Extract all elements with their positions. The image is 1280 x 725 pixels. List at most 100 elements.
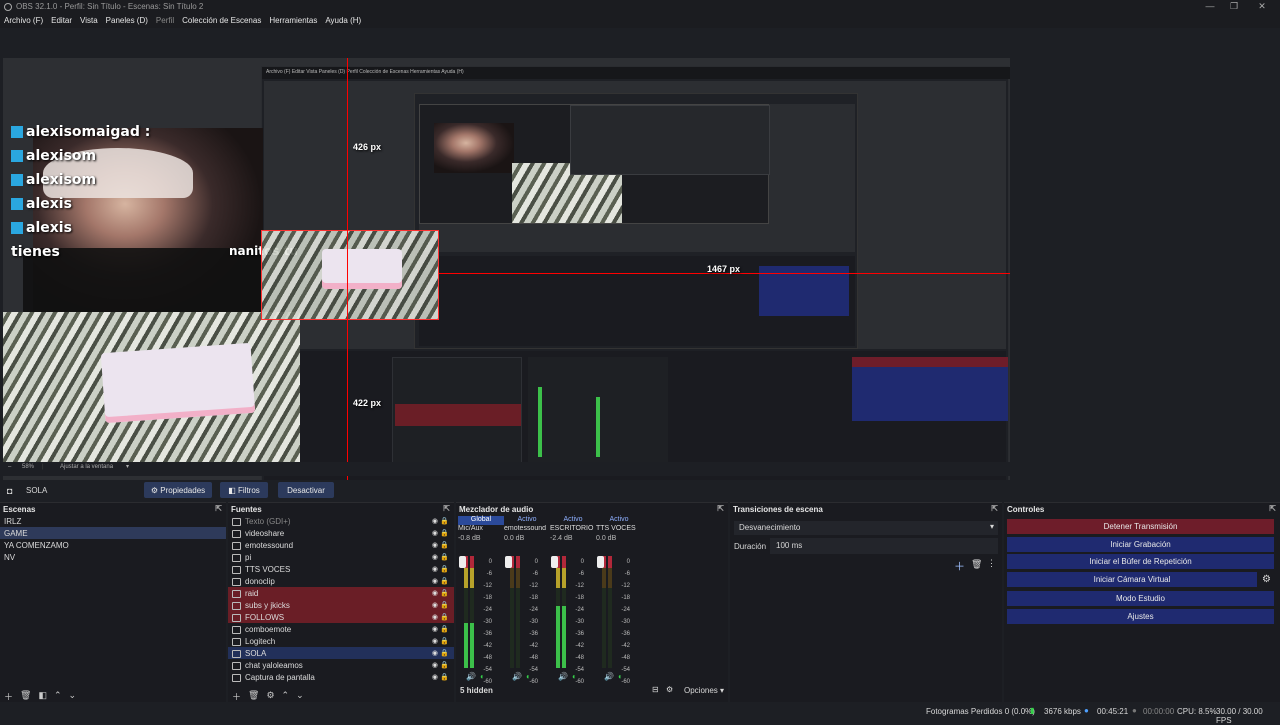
gear-icon[interactable]: ⚙ [1262,574,1271,585]
scene-item[interactable]: YA COMENZAMO [0,539,226,551]
menu-coleccion[interactable]: Colección de Escenas [178,14,265,28]
lock-icon[interactable]: 🔒 [440,589,449,597]
move-up-icon[interactable]: ⌃ [54,690,62,700]
menu-ayuda[interactable]: Ayuda (H) [321,14,365,28]
replay-buffer-button[interactable]: Iniciar el Búfer de Repetición [1007,554,1274,569]
scene-item[interactable]: NV [0,551,226,563]
dock-menu-icon[interactable]: ⇱ [717,504,724,513]
source-item[interactable]: TTS VOCES ◉ 🔒 [228,563,454,575]
visibility-icon[interactable]: ◉ [432,625,438,633]
add-icon[interactable]: ＋ [232,690,241,702]
volume-slider[interactable] [505,556,512,568]
source-item[interactable]: comboemote ◉ 🔒 [228,623,454,635]
menu-archivo[interactable]: Archivo (F) [0,14,47,28]
source-item[interactable]: SOLA ◉ 🔒 [228,647,454,659]
monitor-icon[interactable]: ◐ [480,672,485,681]
list-icon[interactable]: ⊟ [652,685,659,694]
source-item[interactable]: videoshare ◉ 🔒 [228,527,454,539]
lock-icon[interactable]: 🔒 [440,649,449,657]
add-icon[interactable]: ＋ [954,558,965,574]
settings-button[interactable]: Ajustes [1007,609,1274,624]
move-up-icon[interactable]: ⌃ [282,690,290,700]
dock-menu-icon[interactable]: ⇱ [443,504,450,513]
move-down-icon[interactable]: ⌄ [69,690,77,700]
menu-editar[interactable]: Editar [47,14,76,28]
lock-icon[interactable]: 🔒 [440,601,449,609]
lock-icon[interactable]: 🔒 [440,661,449,669]
lock-icon[interactable]: 🔒 [440,637,449,645]
speaker-icon[interactable]: 🔊 [558,672,568,681]
source-item[interactable]: Captura de pantalla ◉ 🔒 [228,671,454,683]
trash-icon[interactable]: 🗑 [248,690,259,700]
filter-icon[interactable]: ◧ [38,690,47,700]
add-icon[interactable]: ＋ [4,690,13,702]
dock-menu-icon[interactable]: ⇱ [215,504,222,513]
menu-vista[interactable]: Vista [76,14,102,28]
visibility-icon[interactable]: ◉ [432,613,438,621]
close-icon[interactable]: ✕ [1250,1,1274,13]
visibility-icon[interactable]: ◉ [432,649,438,657]
source-item[interactable]: subs y jkicks ◉ 🔒 [228,599,454,611]
filters-button[interactable]: ◧ Filtros [220,482,268,498]
zoom-fit[interactable]: Ajustar a la ventana [60,464,113,470]
gear-icon[interactable]: ⚙ [266,690,274,700]
visibility-icon[interactable]: ◉ [432,529,438,537]
start-recording-button[interactable]: Iniciar Grabación [1007,537,1274,552]
gear-icon[interactable]: ⚙ [666,685,673,694]
preview-canvas[interactable]: Archivo (F) Editar Vista Paneles (D) Per… [3,58,1010,485]
deactivate-button[interactable]: Desactivar [278,482,334,498]
volume-slider[interactable] [597,556,604,568]
source-item[interactable]: pi ◉ 🔒 [228,551,454,563]
scene-item[interactable]: IRLZ [0,515,226,527]
duration-input[interactable]: 100 ms [770,538,998,554]
visibility-icon[interactable]: ◉ [432,565,438,573]
visibility-icon[interactable]: ◉ [432,517,438,525]
monitor-icon[interactable]: ◐ [572,672,577,681]
visibility-icon[interactable]: ◉ [432,577,438,585]
selection-box[interactable] [261,230,439,320]
lock-icon[interactable]: 🔒 [440,625,449,633]
stop-stream-button[interactable]: Detener Transmisión [1007,519,1274,534]
visibility-icon[interactable]: ◉ [432,553,438,561]
volume-slider[interactable] [459,556,466,568]
source-item[interactable]: Texto (GDI+) ◉ 🔒 [228,515,454,527]
lock-icon[interactable]: 🔒 [440,565,449,573]
options-button[interactable]: Opciones ▾ [684,686,724,695]
dock-menu-icon[interactable]: ⇱ [1269,504,1276,513]
virtual-camera-button[interactable]: Iniciar Cámara Virtual [1007,572,1257,587]
chevron-down-icon[interactable]: ▾ [126,463,129,470]
speaker-icon[interactable]: 🔊 [512,672,522,681]
menu-paneles[interactable]: Paneles (D) [102,14,152,28]
visibility-icon[interactable]: ◉ [432,661,438,669]
properties-button[interactable]: ⚙ Propiedades [144,482,212,498]
lock-icon[interactable]: 🔒 [440,613,449,621]
source-item[interactable]: emotessound ◉ 🔒 [228,539,454,551]
trash-icon[interactable]: 🗑 [20,690,31,700]
lock-icon[interactable]: 🔒 [440,541,449,549]
move-down-icon[interactable]: ⌄ [296,690,304,700]
maximize-icon[interactable]: ❐ [1222,1,1246,13]
lock-icon[interactable]: 🔒 [440,529,449,537]
visibility-icon[interactable]: ◉ [432,673,438,681]
source-item[interactable]: FOLLOWS ◉ 🔒 [228,611,454,623]
source-item[interactable]: donoclip ◉ 🔒 [228,575,454,587]
volume-slider[interactable] [551,556,558,568]
visibility-icon[interactable]: ◉ [432,589,438,597]
visibility-icon[interactable]: ◉ [432,541,438,549]
transition-select[interactable]: Desvanecimiento ▾ [734,521,998,535]
lock-icon[interactable]: 🔒 [440,577,449,585]
source-item[interactable]: Logitech ◉ 🔒 [228,635,454,647]
studio-mode-button[interactable]: Modo Estudio [1007,591,1274,606]
speaker-icon[interactable]: 🔊 [604,672,614,681]
monitor-icon[interactable]: ◐ [618,672,623,681]
dock-menu-icon[interactable]: ⇱ [991,504,998,513]
source-item[interactable]: chat yaloleamos ◉ 🔒 [228,659,454,671]
zoom-out-button[interactable]: – [8,464,11,470]
lock-icon[interactable]: 🔒 [440,673,449,681]
visibility-icon[interactable]: ◉ [432,601,438,609]
lock-icon[interactable]: 🔒 [440,517,449,525]
menu-perfil[interactable]: Perfil [152,14,178,28]
speaker-icon[interactable]: 🔊 [466,672,476,681]
scene-item[interactable]: GAME [0,527,226,539]
preview-area[interactable]: Archivo (F) Editar Vista Paneles (D) Per… [0,28,1280,485]
